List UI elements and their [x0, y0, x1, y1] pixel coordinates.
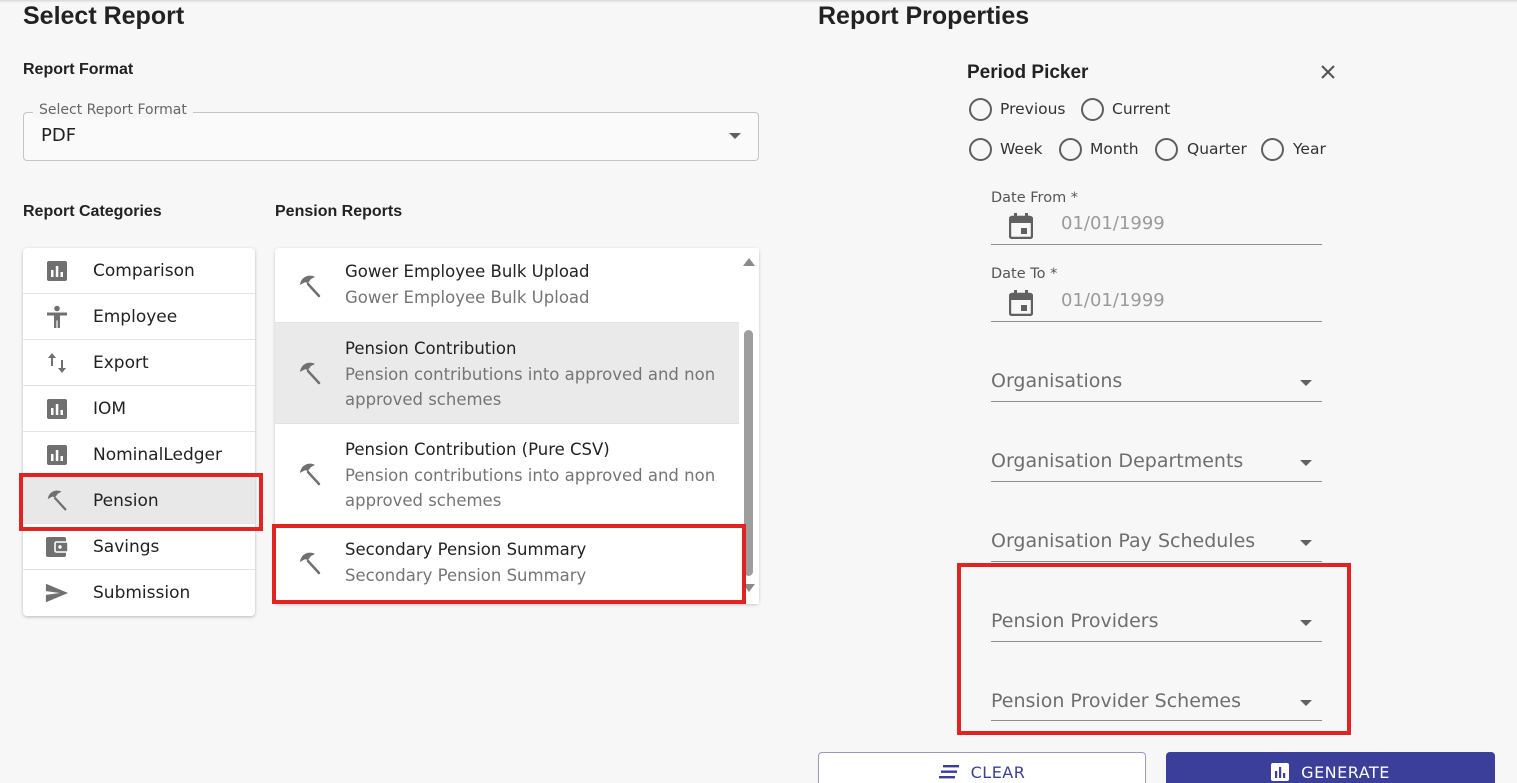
category-label: Export — [93, 352, 149, 373]
radio-week[interactable] — [969, 138, 992, 161]
date-to-underline — [991, 321, 1322, 322]
chevron-down-icon[interactable] — [729, 133, 741, 139]
report-format-legend: Select Report Format — [33, 102, 193, 118]
radio-label-current: Current — [1112, 100, 1171, 118]
report-categories-list: Comparison Employee Export IOM NominalLe… — [23, 248, 255, 616]
category-label: Submission — [93, 583, 191, 603]
umbrella-icon — [300, 275, 321, 298]
scroll-up-arrow-icon[interactable] — [743, 258, 755, 266]
category-item-comparison[interactable]: Comparison — [23, 248, 255, 294]
secondary-pension-summary-highlight — [272, 524, 746, 604]
category-label: NominalLedger — [93, 444, 222, 465]
date-to-input[interactable]: 01/01/1999 — [1061, 290, 1165, 311]
organisations-select[interactable]: Organisations — [991, 370, 1122, 392]
category-item-export[interactable]: Export — [23, 340, 255, 386]
report-title: Pension Contribution — [345, 339, 517, 358]
radio-label-month: Month — [1090, 140, 1139, 158]
chevron-down-icon[interactable] — [1300, 460, 1312, 466]
period-picker-title: Period Picker — [967, 62, 1089, 83]
date-from-input[interactable]: 01/01/1999 — [1061, 213, 1165, 234]
clear-all-icon — [938, 765, 959, 779]
report-item-pension-contribution[interactable]: Pension Contribution Pension contributio… — [275, 323, 739, 424]
category-label: Savings — [93, 536, 160, 557]
report-item-pension-contribution-pure-csv[interactable]: Pension Contribution (Pure CSV) Pension … — [275, 424, 739, 525]
report-subtitle: Gower Employee Bulk Upload — [345, 288, 590, 307]
generate-button[interactable]: GENERATE — [1166, 752, 1495, 783]
report-properties-title: Report Properties — [818, 2, 1030, 30]
report-categories-heading: Report Categories — [23, 203, 162, 220]
send-icon — [45, 581, 69, 605]
radio-label-previous: Previous — [1000, 100, 1066, 118]
date-to-label: Date To * — [991, 266, 1058, 282]
bar-chart-icon — [1271, 763, 1290, 781]
radio-label-year: Year — [1293, 140, 1326, 158]
select-report-title: Select Report — [23, 2, 185, 30]
swap-vertical-icon — [45, 351, 69, 375]
report-format-select[interactable] — [23, 112, 759, 161]
category-label: Comparison — [93, 260, 195, 281]
bar-chart-icon — [45, 443, 69, 467]
report-item-gower-employee-bulk-upload[interactable]: Gower Employee Bulk Upload Gower Employe… — [275, 248, 739, 323]
top-shadow — [0, 0, 1517, 3]
clear-button-label: CLEAR — [970, 762, 1026, 782]
category-item-employee[interactable]: Employee — [23, 294, 255, 340]
report-format-heading: Report Format — [23, 61, 134, 78]
radio-month[interactable] — [1059, 138, 1082, 161]
date-from-label: Date From * — [991, 190, 1079, 206]
pension-reports-heading: Pension Reports — [275, 203, 403, 220]
category-item-iom[interactable]: IOM — [23, 386, 255, 432]
date-from-underline — [991, 244, 1322, 245]
report-format-value: PDF — [41, 125, 77, 146]
category-item-submission[interactable]: Submission — [23, 570, 255, 616]
wallet-icon — [45, 535, 69, 559]
category-label: Employee — [93, 306, 178, 327]
bar-chart-icon — [45, 259, 69, 283]
report-title: Gower Employee Bulk Upload — [345, 262, 590, 281]
umbrella-icon — [300, 463, 321, 486]
pension-category-highlight — [19, 473, 263, 531]
organisation-pay-schedules-underline — [991, 561, 1322, 562]
organisations-underline — [991, 401, 1322, 402]
radio-year[interactable] — [1261, 138, 1284, 161]
report-subtitle: Pension contributions into approved and … — [345, 466, 716, 510]
chevron-down-icon[interactable] — [1300, 540, 1312, 546]
close-icon[interactable] — [1320, 64, 1336, 80]
organisation-pay-schedules-select[interactable]: Organisation Pay Schedules — [991, 530, 1255, 552]
calendar-icon[interactable] — [1009, 213, 1033, 239]
organisation-departments-select[interactable]: Organisation Departments — [991, 450, 1243, 472]
person-icon — [45, 305, 69, 329]
category-item-nominalledger[interactable]: NominalLedger — [23, 432, 255, 478]
organisation-departments-underline — [991, 481, 1322, 482]
radio-label-quarter: Quarter — [1187, 140, 1247, 158]
clear-button[interactable]: CLEAR — [818, 752, 1146, 783]
radio-current[interactable] — [1081, 98, 1104, 121]
chevron-down-icon[interactable] — [1300, 380, 1312, 386]
report-subtitle: Pension contributions into approved and … — [345, 365, 716, 409]
radio-quarter[interactable] — [1155, 138, 1178, 161]
report-title: Pension Contribution (Pure CSV) — [345, 440, 610, 459]
pension-providers-highlight — [957, 563, 1351, 735]
bar-chart-icon — [45, 397, 69, 421]
umbrella-icon — [300, 362, 321, 385]
category-label: IOM — [93, 398, 127, 419]
radio-previous[interactable] — [969, 98, 992, 121]
generate-button-label: GENERATE — [1301, 762, 1390, 782]
radio-label-week: Week — [1000, 140, 1043, 158]
calendar-icon[interactable] — [1009, 290, 1033, 316]
